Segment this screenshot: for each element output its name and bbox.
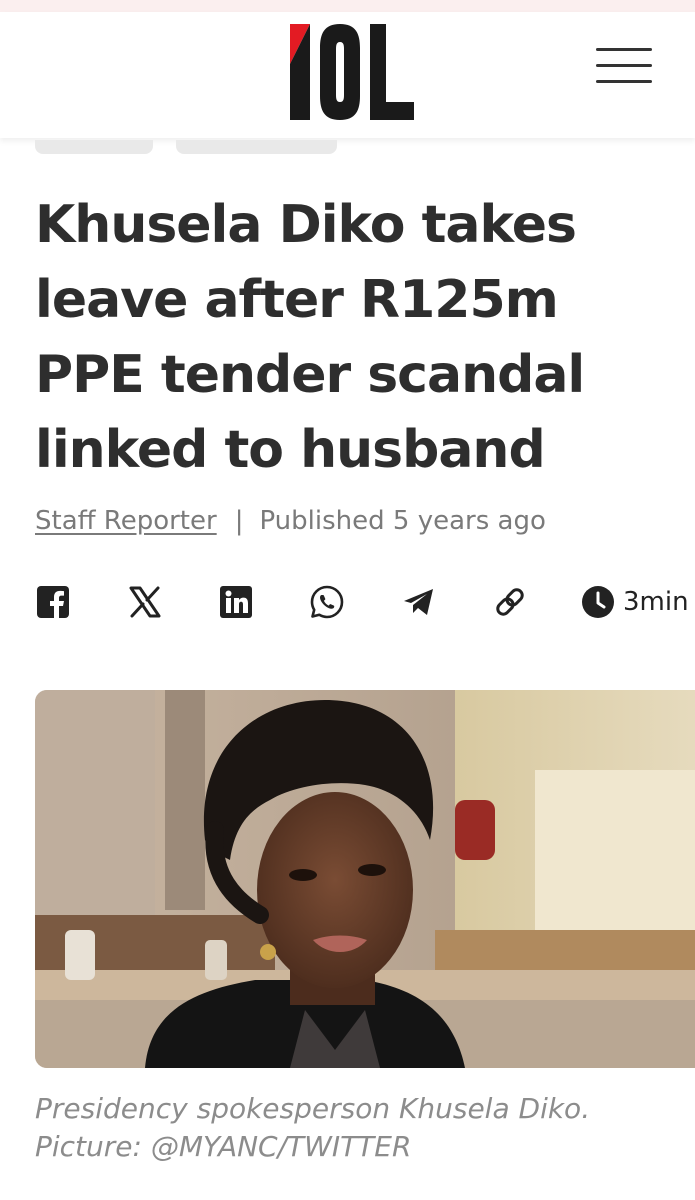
whatsapp-icon[interactable] (309, 584, 345, 620)
byline-separator: | (234, 506, 244, 536)
caption-line: Presidency spokesperson Khusela Diko. (35, 1092, 591, 1125)
caption-credit: Picture: @MYANC/TWITTER (35, 1130, 412, 1163)
iol-logo[interactable] (286, 20, 418, 124)
share-bar: 3min (35, 584, 695, 624)
article-headline: Khusela Diko takes leave after R125m PPE… (35, 188, 675, 488)
linkedin-icon[interactable] (218, 584, 254, 620)
article-photo[interactable] (35, 690, 695, 1068)
published-date: Published 5 years ago (259, 506, 546, 536)
headline-line: leave after R125m (35, 270, 559, 330)
read-time-label: 3min (623, 587, 689, 617)
hamburger-menu-icon[interactable] (596, 48, 656, 92)
x-icon[interactable] (127, 584, 163, 620)
category-tag[interactable] (35, 140, 153, 154)
clock-icon (582, 586, 614, 618)
top-status-strip (0, 0, 695, 12)
headline-line: PPE tender scandal (35, 345, 585, 405)
read-time: 3min (581, 584, 689, 620)
headline-line: Khusela Diko takes (35, 195, 577, 255)
telegram-icon[interactable] (401, 584, 437, 620)
headline-line: linked to husband (35, 420, 546, 480)
site-header (0, 12, 695, 138)
copy-link-icon[interactable] (492, 584, 528, 620)
byline: Staff Reporter | Published 5 years ago (35, 506, 675, 536)
photo-caption: Presidency spokesperson Khusela Diko. Pi… (35, 1090, 695, 1166)
author-link[interactable]: Staff Reporter (35, 506, 217, 536)
category-tag[interactable] (176, 140, 337, 154)
facebook-icon[interactable] (35, 584, 71, 620)
